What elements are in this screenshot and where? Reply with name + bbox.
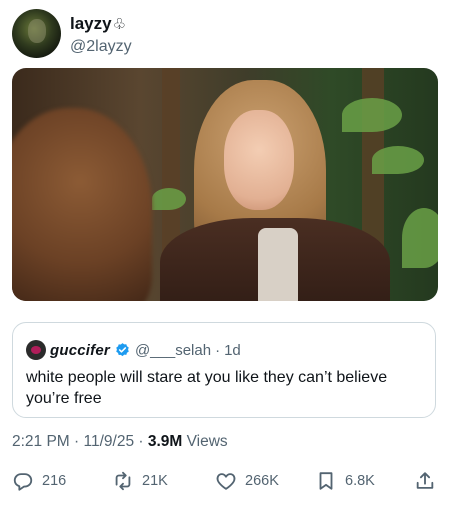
reply-icon — [13, 473, 33, 491]
quoted-post[interactable]: guccifer @___selah · 1d white people wil… — [12, 322, 436, 418]
quoted-separator: · — [215, 341, 221, 359]
repost-count: 21K — [142, 473, 168, 489]
post-image[interactable] — [12, 68, 438, 301]
author-display-name[interactable]: layzy♧ — [70, 14, 126, 35]
like-count: 266K — [245, 473, 279, 489]
reply-button[interactable]: 216 — [12, 466, 66, 496]
views-label: Views — [182, 433, 228, 450]
action-bar: 216 21K 266K 6.8K — [12, 466, 438, 496]
quoted-author-avatar[interactable] — [26, 340, 46, 360]
like-button[interactable]: 266K — [215, 466, 279, 496]
views-count: 3.9M — [147, 433, 183, 450]
like-icon — [216, 473, 236, 490]
quoted-timestamp[interactable]: 1d — [224, 342, 241, 359]
post-timestamp[interactable]: 2:21 PM · 11/9/25 · — [12, 433, 148, 450]
quoted-post-text: white people will stare at you like they… — [26, 369, 388, 407]
post-header: layzy♧ @2layzy — [12, 9, 438, 61]
reply-count: 216 — [42, 473, 67, 489]
share-button[interactable] — [414, 466, 436, 496]
repost-button[interactable]: 21K — [112, 466, 168, 496]
bookmark-icon — [319, 472, 333, 490]
bookmark-button[interactable]: 6.8K — [315, 466, 375, 496]
verified-badge-icon — [116, 342, 129, 356]
repost-icon — [115, 471, 131, 491]
bookmark-count: 6.8K — [345, 473, 375, 489]
quoted-author-handle[interactable]: @___selah — [135, 342, 211, 359]
author-handle[interactable]: @2layzy — [70, 37, 132, 57]
club-symbol-icon: ♧ — [112, 16, 127, 33]
quoted-author-name[interactable]: guccifer — [50, 342, 110, 359]
share-icon — [416, 472, 434, 489]
quoted-post-header: guccifer @___selah · 1d — [26, 339, 241, 361]
post-metadata: 2:21 PM · 11/9/25 · 3.9M Views — [12, 433, 228, 451]
author-avatar[interactable] — [12, 9, 61, 58]
author-name-text: layzy — [70, 14, 112, 33]
